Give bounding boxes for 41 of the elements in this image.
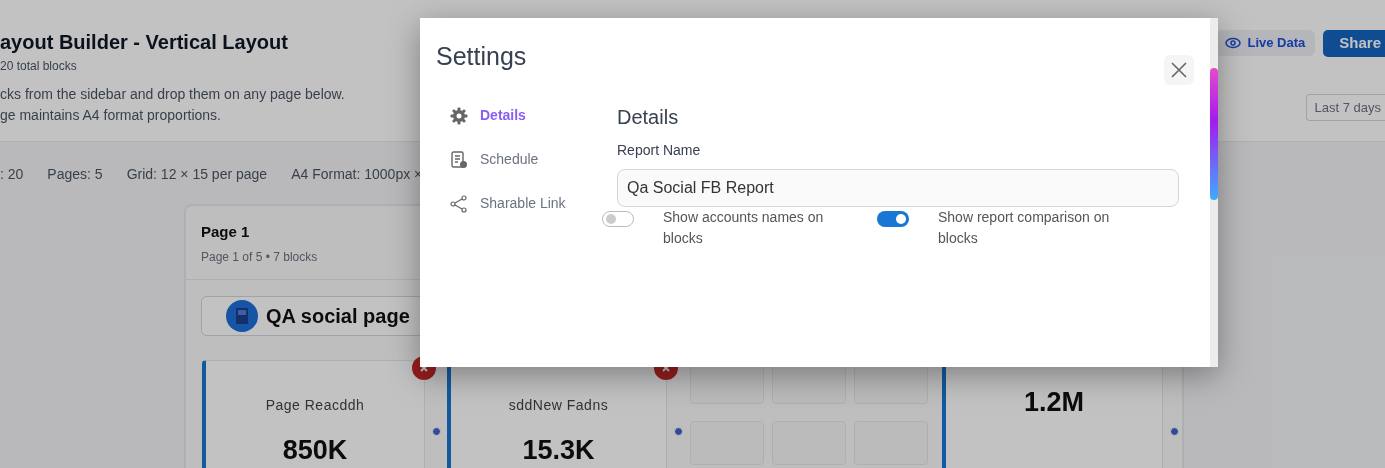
resize-handle[interactable] [1170,427,1179,436]
page-info: Page 1 of 5 • 7 blocks [201,249,318,266]
stat-text: Pages: 5 [47,165,103,184]
eye-icon [1225,37,1242,49]
settings-nav-item[interactable]: Schedule [450,137,617,182]
toggle-label: Show accounts names on blocks [663,207,825,248]
close-button[interactable] [1164,55,1194,85]
scrollbar[interactable] [1210,18,1218,367]
account-name: QA social page [266,304,410,329]
toggle-label: Show report comparison on blocks [938,207,1111,248]
page-title: ayout Builder - Vertical Layout [0,30,289,54]
toggle-switch[interactable] [602,210,634,227]
toggle-switch[interactable] [877,210,909,227]
dialog-title: Settings [436,41,527,72]
metric-value: 850K [281,434,349,467]
share-icon [450,194,468,213]
close-icon [1171,62,1187,78]
resize-handle[interactable] [674,427,683,436]
settings-nav-item[interactable]: Sharable Link [450,181,617,226]
scrollbar-thumb[interactable] [1210,68,1218,200]
metric-label: sddNew Fadns [507,396,610,415]
description-line: ge maintains A4 format proportions. [0,106,222,125]
stat-text: : 20 [0,165,24,184]
resize-handle[interactable] [432,427,441,436]
stat-text: Grid: 12 × 15 per page [126,165,268,184]
gear-icon [450,106,468,125]
book-icon [226,300,258,332]
block-count: 20 total blocks [0,58,78,75]
metric-value: 1.2M [1023,386,1085,419]
settings-nav-item[interactable]: Details [450,93,617,138]
live-data-button[interactable]: Live Data [1215,30,1316,56]
date-range-select[interactable]: Last 7 days [1305,94,1385,121]
field-label: Report Name [617,140,702,160]
metric-label: Page Reacddh [264,396,366,415]
description-line: cks from the sidebar and drop them on any page below. [0,85,345,104]
metric-value: 15.3K [521,434,596,467]
document-clock-icon [450,150,468,169]
share-button[interactable]: Share [1323,30,1385,57]
report-name-field[interactable]: Qa Social FB Report [617,168,1179,207]
section-title: Details [617,104,680,130]
page-heading: Page 1 [201,222,250,242]
